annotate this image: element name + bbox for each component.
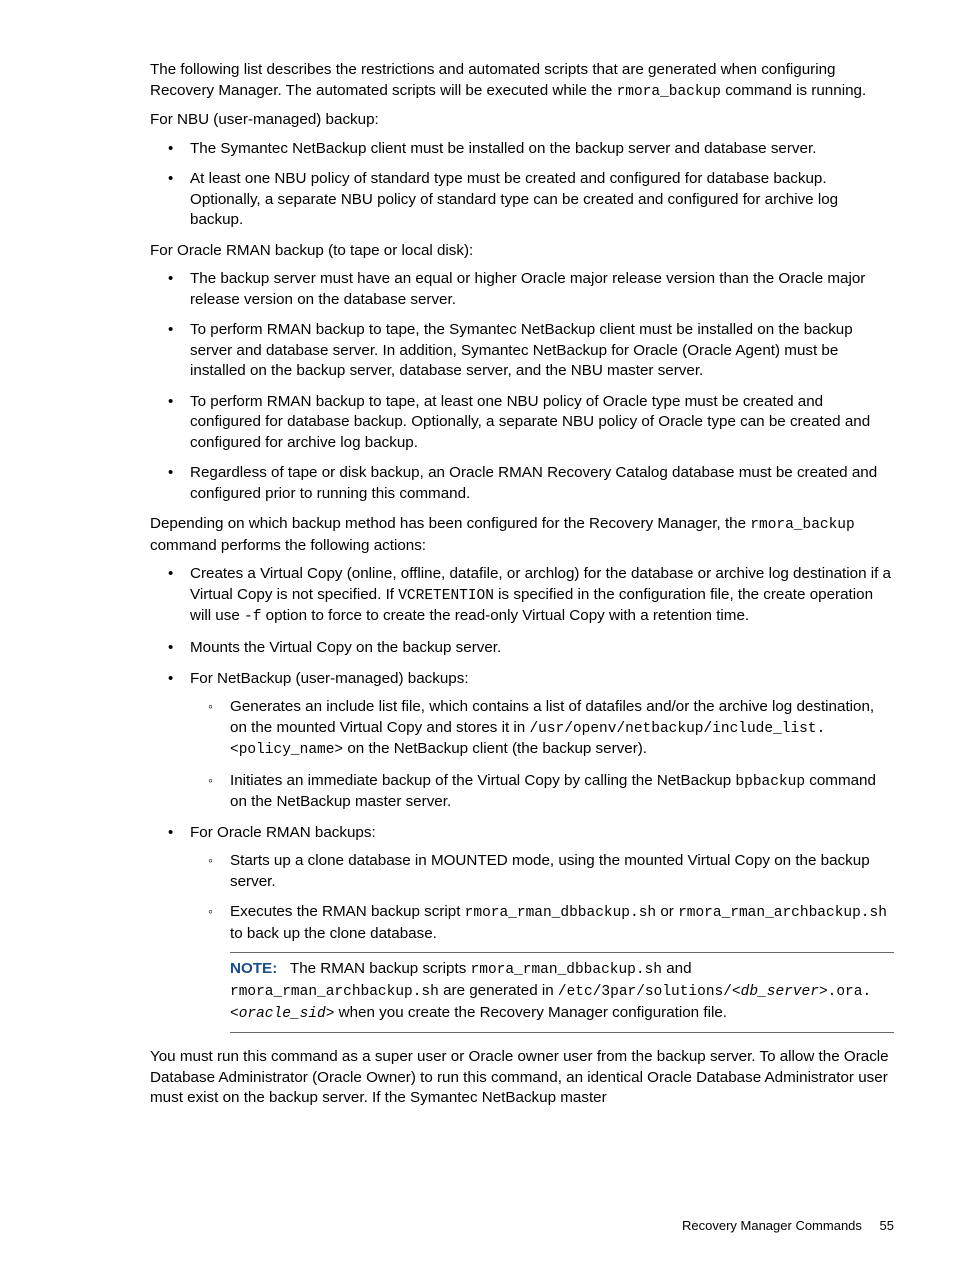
text: and (662, 960, 692, 977)
list-item: To perform RMAN backup to tape, at least… (150, 392, 894, 454)
sub-list: Starts up a clone database in MOUNTED mo… (190, 851, 894, 1033)
code-inline: bpbackup (735, 774, 805, 790)
list-item: Starts up a clone database in MOUNTED mo… (190, 851, 894, 892)
list-item: The Symantec NetBackup client must be in… (150, 139, 894, 160)
text: to back up the clone database. (230, 925, 437, 942)
list-item: For Oracle RMAN backups: Starts up a clo… (150, 823, 894, 1033)
footer-title: Recovery Manager Commands (682, 1218, 862, 1233)
text: are generated in (439, 982, 558, 999)
text: command is running. (721, 82, 866, 99)
rman-heading: For Oracle RMAN backup (to tape or local… (150, 241, 894, 262)
list-item: The backup server must have an equal or … (150, 269, 894, 310)
code-inline: rmora_rman_dbbackup.sh (465, 905, 656, 921)
list-item: Generates an include list file, which co… (190, 697, 894, 761)
text: For Oracle RMAN backups: (190, 824, 376, 841)
depending-paragraph: Depending on which backup method has bee… (150, 514, 894, 556)
note-label: NOTE: (230, 960, 277, 977)
code-inline: .ora. (828, 984, 872, 1000)
text: For NetBackup (user-managed) backups: (190, 670, 469, 687)
code-inline: /etc/3par/solutions/ (558, 984, 732, 1000)
text: Executes the RMAN backup script (230, 903, 465, 920)
list-item: Regardless of tape or disk backup, an Or… (150, 463, 894, 504)
text: Depending on which backup method has bee… (150, 515, 750, 532)
text: Initiates an immediate backup of the Vir… (230, 772, 735, 789)
intro-paragraph: The following list describes the restric… (150, 60, 894, 102)
code-inline: <oracle_sid> (230, 1006, 334, 1022)
code-inline: rmora_backup (617, 84, 721, 100)
list-item: At least one NBU policy of standard type… (150, 169, 894, 231)
sub-list: Generates an include list file, which co… (190, 697, 894, 813)
final-paragraph: You must run this command as a super use… (150, 1047, 894, 1109)
list-item: Initiates an immediate backup of the Vir… (190, 771, 894, 813)
note-box: NOTE: The RMAN backup scripts rmora_rman… (230, 952, 894, 1033)
code-inline: <db_server> (732, 984, 828, 1000)
text: command performs the following actions: (150, 537, 426, 554)
nbu-heading: For NBU (user-managed) backup: (150, 110, 894, 131)
list-item: For NetBackup (user-managed) backups: Ge… (150, 669, 894, 813)
nbu-list: The Symantec NetBackup client must be in… (150, 139, 894, 231)
code-inline: rmora_rman_archbackup.sh (230, 984, 439, 1000)
text: on the NetBackup client (the backup serv… (343, 740, 647, 757)
code-inline: rmora_backup (750, 517, 854, 533)
page-footer: Recovery Manager Commands 55 (682, 1218, 894, 1233)
code-inline: VCRETENTION (398, 588, 494, 604)
text: The RMAN backup scripts (290, 960, 471, 977)
actions-list: Creates a Virtual Copy (online, offline,… (150, 564, 894, 1033)
list-item: To perform RMAN backup to tape, the Syma… (150, 320, 894, 382)
code-inline: rmora_rman_dbbackup.sh (471, 962, 662, 978)
list-item: Executes the RMAN backup script rmora_rm… (190, 902, 894, 1033)
text: or (656, 903, 678, 920)
text: when you create the Recovery Manager con… (334, 1004, 727, 1021)
list-item: Creates a Virtual Copy (online, offline,… (150, 564, 894, 628)
list-item: Mounts the Virtual Copy on the backup se… (150, 638, 894, 659)
rman-list: The backup server must have an equal or … (150, 269, 894, 504)
page-content: The following list describes the restric… (0, 0, 954, 1157)
code-inline: rmora_rman_archbackup.sh (678, 905, 887, 921)
footer-page-number: 55 (880, 1218, 894, 1233)
code-inline: -f (244, 609, 261, 625)
text: option to force to create the read-only … (261, 607, 749, 624)
